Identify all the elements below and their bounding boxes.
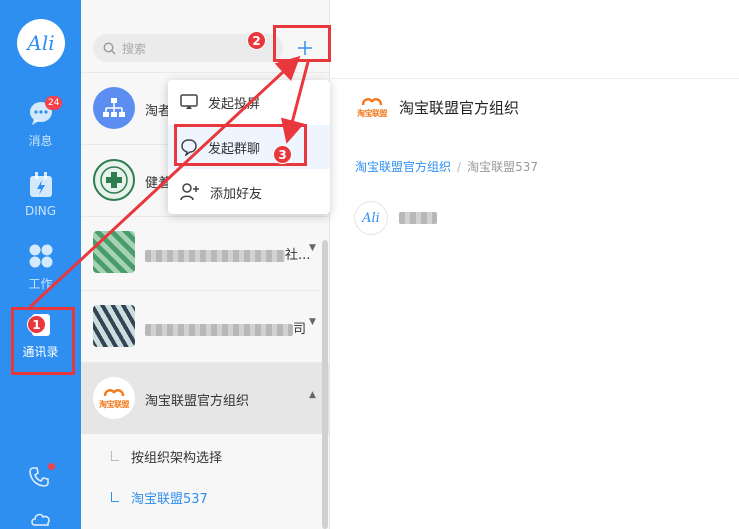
health-seal-icon [100, 166, 128, 194]
health-org-avatar [93, 159, 135, 201]
menu-item-share-screen[interactable]: 发起投屏 [168, 80, 330, 124]
divider [331, 78, 739, 79]
step-3-marker: 3 [273, 145, 292, 164]
contact-row[interactable]: 社... ▼ [81, 216, 330, 288]
nav-messages-label: 消息 [28, 134, 53, 148]
phone-icon[interactable] [28, 466, 50, 488]
nav-work[interactable]: 工作 [0, 243, 81, 292]
org-header: 淘宝联盟 淘宝联盟官方组织 [355, 92, 519, 122]
annotation-box-add [273, 25, 331, 62]
tree-line-icon [111, 492, 119, 502]
breadcrumb-separator: / [457, 160, 462, 174]
org-title: 淘宝联盟官方组织 [399, 98, 520, 117]
org-name: 淘宝联盟官方组织 [145, 394, 250, 409]
member-name-blurred [399, 212, 437, 224]
ding-calendar-icon [29, 172, 52, 197]
contact-name: 社... [145, 244, 310, 263]
taobao-union-logo: 淘宝联盟 [355, 92, 389, 122]
phone-notification-dot [48, 463, 55, 470]
breadcrumb-current: 淘宝联盟537 [467, 160, 538, 174]
contact-name: 司 [145, 318, 306, 337]
app-logo: Ali [17, 19, 65, 67]
tree-line-icon [111, 451, 119, 461]
contact-row[interactable]: 司 ▼ [81, 290, 330, 362]
add-person-icon [180, 183, 199, 201]
search-placeholder: 搜索 [122, 41, 147, 56]
menu-item-add-friend[interactable]: 添加好友 [168, 170, 330, 214]
org-chart-avatar [93, 87, 135, 129]
expand-caret-icon[interactable]: ▼ [309, 317, 316, 327]
step-2-marker: 2 [247, 31, 266, 50]
nav-ding[interactable]: DING [0, 172, 81, 218]
nav-work-label: 工作 [28, 277, 53, 291]
org-row-selected[interactable]: 淘宝联盟 淘宝联盟官方组织 ▲ [81, 362, 330, 434]
member-row[interactable]: Ali [355, 202, 437, 234]
step-1-marker: 1 [27, 315, 46, 334]
taobao-union-mark-icon [361, 97, 383, 105]
member-avatar: Ali [355, 202, 387, 234]
select-by-structure[interactable]: 按组织架构选择 [111, 447, 222, 466]
nav-ding-label: DING [24, 204, 57, 218]
taobao-union-mark-icon [103, 388, 125, 396]
scrollbar[interactable] [322, 240, 328, 529]
nav-messages[interactable]: 24 消息 [0, 96, 81, 149]
cloud-icon[interactable] [30, 510, 52, 526]
cast-screen-icon [180, 94, 198, 109]
org-chart-icon [103, 98, 125, 117]
expand-caret-icon[interactable]: ▼ [309, 243, 316, 253]
breadcrumb-root[interactable]: 淘宝联盟官方组织 [355, 160, 451, 174]
blurred-avatar [93, 305, 135, 347]
collapse-caret-icon[interactable]: ▲ [309, 390, 316, 400]
search-icon [103, 41, 116, 54]
breadcrumb: 淘宝联盟官方组织 / 淘宝联盟537 [355, 158, 538, 175]
left-nav-rail: Ali 24 消息 DING 工作 通讯录 [0, 0, 81, 529]
org-detail-panel: 淘宝联盟 淘宝联盟官方组织 淘宝联盟官方组织 / 淘宝联盟537 Ali [331, 0, 739, 529]
taobao-union-logo: 淘宝联盟 [93, 377, 135, 419]
grid-apps-icon [29, 244, 52, 268]
dept-item[interactable]: 淘宝联盟537 [111, 488, 208, 507]
unread-badge: 24 [45, 96, 63, 110]
blurred-avatar [93, 231, 135, 273]
